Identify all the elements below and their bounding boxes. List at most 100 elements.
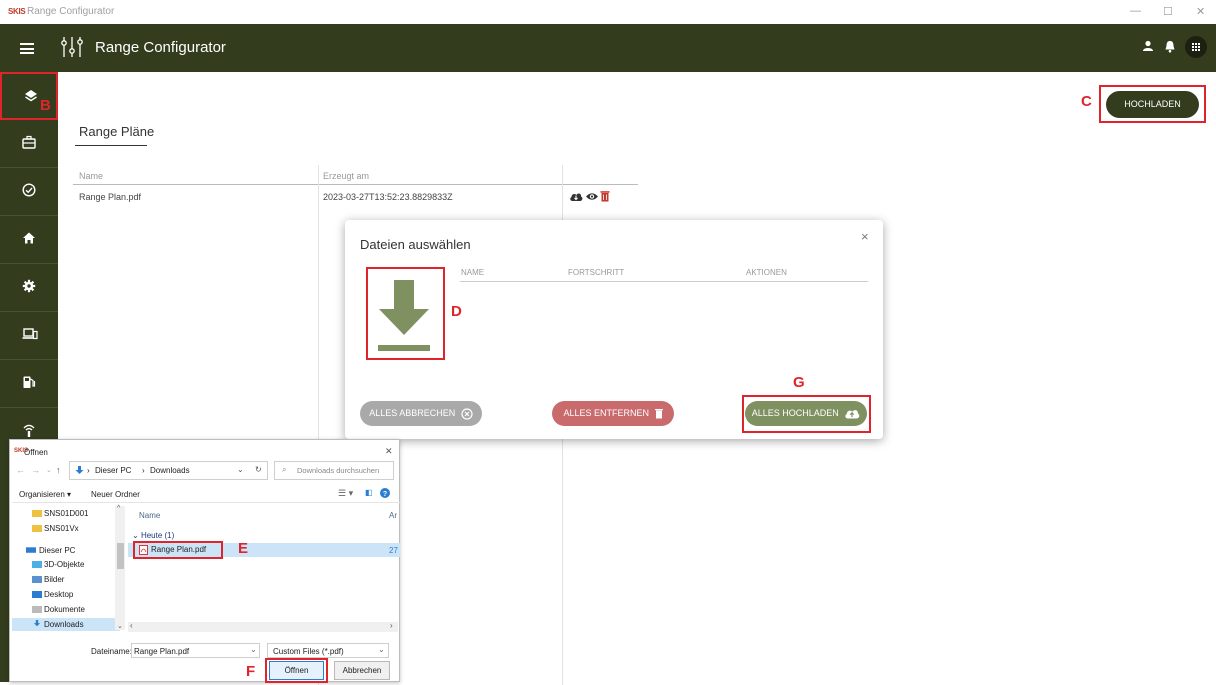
- cancel-button[interactable]: Abbrechen: [334, 661, 390, 680]
- nav-item-sns01vx[interactable]: SNS01Vx: [44, 524, 79, 533]
- address-bar[interactable]: › Dieser PC › Downloads ⌄ ↻: [69, 461, 268, 480]
- table-cell-created: 2023-03-27T13:52:23.8829833Z: [323, 192, 453, 202]
- nav-item-documents[interactable]: Dokumente: [44, 605, 85, 614]
- filename-label: Dateiname:: [91, 647, 132, 656]
- view-options-icon[interactable]: ☰ ▾: [338, 488, 353, 499]
- filetype-dropdown-icon[interactable]: ⌄: [378, 645, 385, 654]
- laptop-icon: [22, 328, 38, 340]
- download-folder-icon: [75, 466, 84, 474]
- file-col-cut[interactable]: Ar: [389, 511, 397, 520]
- file-h-scrollbar[interactable]: [128, 622, 398, 632]
- app-header: Range Configurator: [0, 24, 1216, 72]
- search-placeholder: Downloads durchsuchen: [297, 466, 380, 475]
- file-col-name[interactable]: Name: [139, 511, 160, 520]
- window-titlebar: SKIS Range Configurator — ☐ ✕: [0, 0, 1216, 24]
- organize-menu[interactable]: Organisieren ▾: [19, 490, 71, 499]
- nav-item-desktop[interactable]: Desktop: [44, 590, 73, 599]
- remove-all-button[interactable]: ALLES ENTFERNEN: [552, 401, 674, 426]
- sidebar: [0, 72, 58, 440]
- nav-scroll-thumb[interactable]: [117, 543, 124, 569]
- cloud-upload-icon: [845, 410, 860, 419]
- cancel-all-button[interactable]: ALLES ABBRECHEN: [360, 401, 482, 426]
- annotation-e: E: [238, 540, 249, 557]
- sidebar-item-toolbox[interactable]: [0, 120, 58, 168]
- apps-grid-icon[interactable]: [1185, 36, 1207, 58]
- minimize-button[interactable]: —: [1130, 5, 1141, 17]
- nav-item-pictures[interactable]: Bilder: [44, 575, 64, 584]
- sidebar-item-home[interactable]: [0, 216, 58, 264]
- column-actions: AKTIONEN: [746, 268, 787, 277]
- nav-item-this-pc[interactable]: Dieser PC: [39, 546, 75, 555]
- new-folder-button[interactable]: Neuer Ordner: [91, 490, 140, 499]
- filetype-value: Custom Files (*.pdf): [273, 647, 344, 656]
- search-input[interactable]: ⌕ Downloads durchsuchen: [274, 461, 394, 480]
- filename-dropdown-icon[interactable]: ⌄: [250, 645, 257, 654]
- menu-icon[interactable]: [20, 43, 34, 54]
- toolbar-divider: [12, 502, 400, 503]
- antenna-icon: [23, 424, 35, 437]
- scroll-right-icon[interactable]: ›: [390, 621, 393, 630]
- pdf-file-icon: [139, 545, 148, 555]
- file-dialog-title: Öffnen: [24, 448, 48, 457]
- forward-arrow-icon[interactable]: →: [31, 465, 40, 475]
- file-open-dialog: SKIS Öffnen ✕ ← → ⌄ ↑ › Dieser PC › Down…: [9, 439, 400, 683]
- annotation-d: D: [451, 303, 462, 320]
- trash-icon[interactable]: [600, 190, 610, 202]
- breadcrumb-this-pc[interactable]: Dieser PC: [95, 466, 131, 475]
- sidebar-item-antenna[interactable]: [0, 408, 58, 440]
- scroll-down-icon[interactable]: ⌄: [117, 622, 123, 630]
- upload-all-button[interactable]: ALLES HOCHLADEN: [745, 401, 867, 426]
- dialog-close-icon[interactable]: ×: [861, 229, 869, 244]
- window-close-button[interactable]: ✕: [1196, 5, 1205, 18]
- filename-input[interactable]: Range Plan.pdf ⌄: [131, 643, 260, 658]
- layers-icon: [25, 90, 37, 102]
- sidebar-continuation: [0, 440, 9, 682]
- back-arrow-icon[interactable]: ←: [16, 465, 25, 475]
- filename-value: Range Plan.pdf: [134, 647, 190, 656]
- refresh-icon[interactable]: ↻: [255, 465, 262, 474]
- open-button[interactable]: Öffnen: [269, 661, 324, 680]
- filetype-select[interactable]: Custom Files (*.pdf) ⌄: [267, 643, 389, 658]
- scroll-up-icon[interactable]: ^: [117, 505, 120, 512]
- cloud-download-icon[interactable]: [569, 191, 583, 202]
- downloads-icon: [33, 620, 41, 627]
- file-item-date-cut: 27: [389, 546, 398, 555]
- 3d-objects-icon: [32, 561, 42, 568]
- maximize-button[interactable]: ☐: [1163, 5, 1173, 18]
- page-title: Range Pläne: [79, 124, 155, 139]
- nav-item-downloads[interactable]: Downloads: [44, 620, 84, 629]
- breadcrumb-downloads[interactable]: Downloads: [150, 466, 190, 475]
- nav-item-sns01d001[interactable]: SNS01D001: [44, 509, 88, 518]
- upload-all-label: ALLES HOCHLADEN: [751, 408, 839, 418]
- column-progress: FORTSCHRITT: [568, 268, 625, 277]
- help-icon[interactable]: ?: [380, 488, 390, 498]
- documents-icon: [32, 606, 42, 613]
- gear-icon: [22, 279, 36, 293]
- bell-icon[interactable]: [1164, 40, 1176, 53]
- table-header-divider: [73, 184, 638, 185]
- up-arrow-icon[interactable]: ↑: [56, 465, 61, 475]
- upload-button[interactable]: HOCHLADEN: [1106, 91, 1199, 118]
- sidebar-item-fuel[interactable]: [0, 360, 58, 408]
- download-drop-icon[interactable]: [377, 280, 431, 352]
- column-header-divider: [460, 281, 868, 282]
- table-cell-name: Range Plan.pdf: [79, 192, 142, 202]
- file-dialog-close-icon[interactable]: ✕: [385, 446, 393, 457]
- group-header[interactable]: ⌄ Heute (1): [132, 531, 174, 540]
- briefcase-icon: [22, 135, 36, 149]
- scroll-left-icon[interactable]: ‹: [130, 621, 133, 630]
- sidebar-item-devices[interactable]: [0, 312, 58, 360]
- title-underline: [75, 145, 147, 146]
- desktop-icon: [32, 591, 42, 598]
- nav-item-3d-objects[interactable]: 3D-Objekte: [44, 560, 84, 569]
- eye-icon[interactable]: [585, 191, 599, 202]
- organize-label: Organisieren: [19, 490, 65, 499]
- user-icon[interactable]: [1142, 40, 1154, 52]
- sidebar-item-settings[interactable]: [0, 264, 58, 312]
- check-circle-icon: [22, 183, 36, 197]
- preview-pane-icon[interactable]: ◧: [365, 488, 373, 497]
- sidebar-item-check[interactable]: [0, 168, 58, 216]
- address-dropdown-icon[interactable]: ⌄: [237, 465, 244, 474]
- chevron-down-icon[interactable]: ⌄: [46, 466, 52, 474]
- file-item-name[interactable]: Range Plan.pdf: [151, 545, 206, 554]
